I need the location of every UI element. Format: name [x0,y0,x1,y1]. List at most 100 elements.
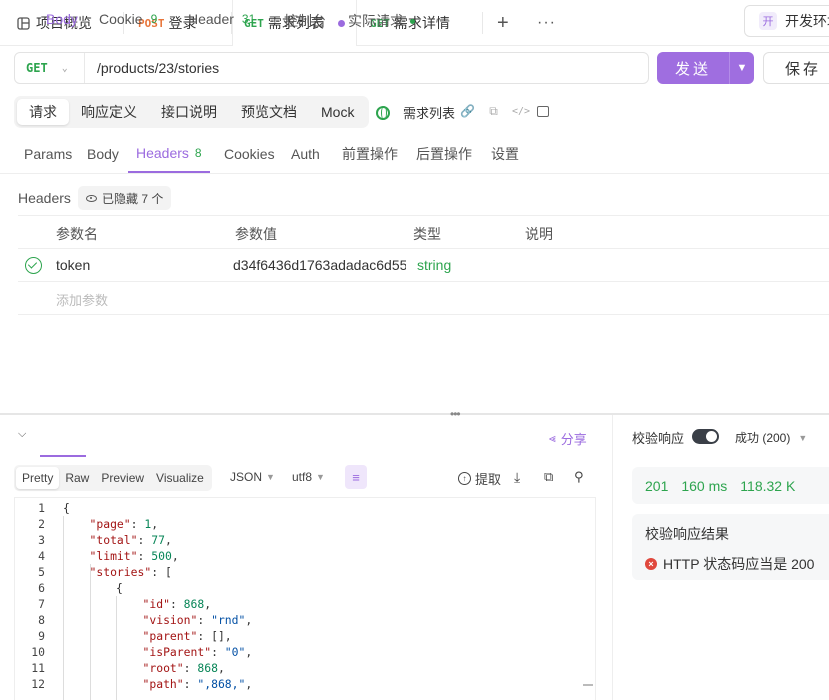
extract-button[interactable]: ↑ 提取 [458,469,501,488]
segment-api-description[interactable]: 接口说明 [149,99,229,125]
chevron-down-icon: ▼ [316,472,325,482]
doc-link[interactable]: 需求列表 [376,103,455,122]
param-type[interactable]: string [417,257,451,273]
code-text: "id": 868, [142,597,212,611]
tab-post-processors[interactable]: 后置操作 [416,134,472,173]
add-tab-icon[interactable]: + [497,0,509,46]
indent-guide [116,596,117,700]
segment-request[interactable]: 请求 [17,99,69,125]
resp-tab-header[interactable]: Header 31 [188,11,255,27]
tab-pre-processors[interactable]: 前置操作 [342,134,398,173]
line-number: 11 [31,661,45,675]
line-number: 12 [31,677,45,691]
code-text: "vision": "rnd", [142,613,253,627]
url-input[interactable]: /products/23/stories [85,60,219,76]
line-number: 2 [38,517,45,531]
response-stats: 201 160 ms 118.32 K [632,467,829,504]
search-icon[interactable]: ⚲ [574,469,584,485]
segment-response-definition[interactable]: 响应定义 [69,99,149,125]
response-code-viewer[interactable]: 1 {2 "page": 1, 3 "total": 77, 4 "limit": 500,… [14,497,596,700]
tab-cookies[interactable]: Cookies [224,134,275,173]
line-number: 7 [38,597,45,611]
wrap-lines-icon[interactable]: ≡ [345,465,367,489]
share-button[interactable]: ⪡ 分享 [549,429,587,448]
segment-preview-docs[interactable]: 预览文档 [229,99,309,125]
chevron-down-icon: ▼ [798,432,808,443]
doc-link-label: 需求列表 [403,106,456,121]
active-tab-indicator [40,455,86,457]
scrollbar[interactable] [583,684,593,686]
link-icon[interactable]: 🔗 [460,105,475,118]
hidden-headers-chip[interactable]: 已隐藏 7 个 [78,186,172,210]
code-text: "parent": [], [142,629,232,643]
resp-tab-actual-request[interactable]: 实际请求 [348,11,415,31]
view-pretty[interactable]: Pretty [16,467,60,489]
env-label: 开发环境 [785,13,829,29]
mode-segmented-control: 请求 响应定义 接口说明 预览文档 Mock [14,96,370,128]
chevron-down-icon[interactable]: ▼ [730,62,754,74]
line-number: 5 [38,565,45,579]
validate-toggle[interactable] [692,429,719,444]
encoding-select[interactable]: utf8 ▼ [292,470,325,484]
resp-tab-body[interactable]: Body [46,11,78,27]
panel-toggle-icon[interactable] [537,106,549,117]
method-select[interactable]: GET ⌄ [15,53,85,83]
tab-headers[interactable]: Headers 8 [128,134,210,173]
resp-tab-actual-label: 实际请求 [348,13,404,29]
status-code: 201 [645,477,669,494]
url-bar: GET ⌄ /products/23/stories [14,52,649,84]
share-label: 分享 [560,432,587,447]
resp-tab-cookie[interactable]: Cookie 9 [99,11,157,27]
tab-auth[interactable]: Auth [291,134,320,173]
tab-settings[interactable]: 设置 [491,134,519,173]
tab-body[interactable]: Body [87,134,119,173]
line-number: 4 [38,549,45,563]
resp-tab-header-label: Header [188,11,234,27]
response-status-select[interactable]: 成功 (200) ▼ [735,429,807,446]
param-value[interactable]: d34f6436d1763adadac6d55 [233,257,406,273]
add-param-input[interactable]: 添加参数 [56,290,108,309]
line-number: 10 [31,645,45,659]
column-header: 参数名 [56,226,98,242]
panel-splitter[interactable] [0,413,829,415]
view-mode-control: Pretty Raw Preview Visualize [14,465,212,491]
code-text: { [63,501,70,515]
send-label: 发送 [674,60,711,78]
code-icon[interactable]: </> [512,105,530,118]
chevron-down-icon: ⌄ [61,62,68,74]
method-value: GET [26,61,48,75]
environment-selector[interactable]: 开 开发环境 [744,5,829,37]
line-number: 3 [38,533,45,547]
code-text: "path": ",868,", [142,677,253,691]
resp-tab-cookie-label: Cookie [99,11,143,27]
resp-tab-console[interactable]: 控制台 [284,11,326,31]
vertical-splitter[interactable] [612,415,613,700]
view-raw[interactable]: Raw [59,467,95,489]
format-select[interactable]: JSON ▼ [230,470,275,484]
indent-guide [89,564,91,700]
drag-handle-icon[interactable]: ••• [450,407,461,421]
collapse-chevron-icon[interactable]: ⌵ [18,428,26,441]
header-count: 31 [241,12,256,26]
tab-params[interactable]: Params [24,134,72,173]
param-name[interactable]: token [56,257,90,273]
enabled-check-icon[interactable] [25,257,42,274]
view-preview[interactable]: Preview [95,467,150,489]
view-visualize[interactable]: Visualize [150,467,210,489]
segment-mock[interactable]: Mock [309,99,366,125]
response-size: 118.32 K [740,477,796,494]
copy-icon[interactable]: ⧉ [487,105,500,118]
code-text: "root": 868, [142,661,225,675]
code-text: "page": 1, [89,517,159,531]
indent-guide [63,516,64,700]
validation-result: 校验响应结果 × HTTP 状态码应当是 200 [632,514,829,580]
headers-count: 8 [194,145,202,160]
more-tabs-icon[interactable]: ··· [537,0,556,46]
download-icon[interactable]: ⤓ [514,469,520,486]
save-button[interactable]: 保存 [763,52,829,84]
headers-table-header: 参数名 参数值 类型 说明 [18,215,829,249]
send-button[interactable]: 发送 ▼ [657,52,754,84]
copy-icon[interactable]: ⧉ [544,469,553,485]
line-number: 1 [38,501,45,515]
chevron-down-icon: ▼ [266,472,275,482]
